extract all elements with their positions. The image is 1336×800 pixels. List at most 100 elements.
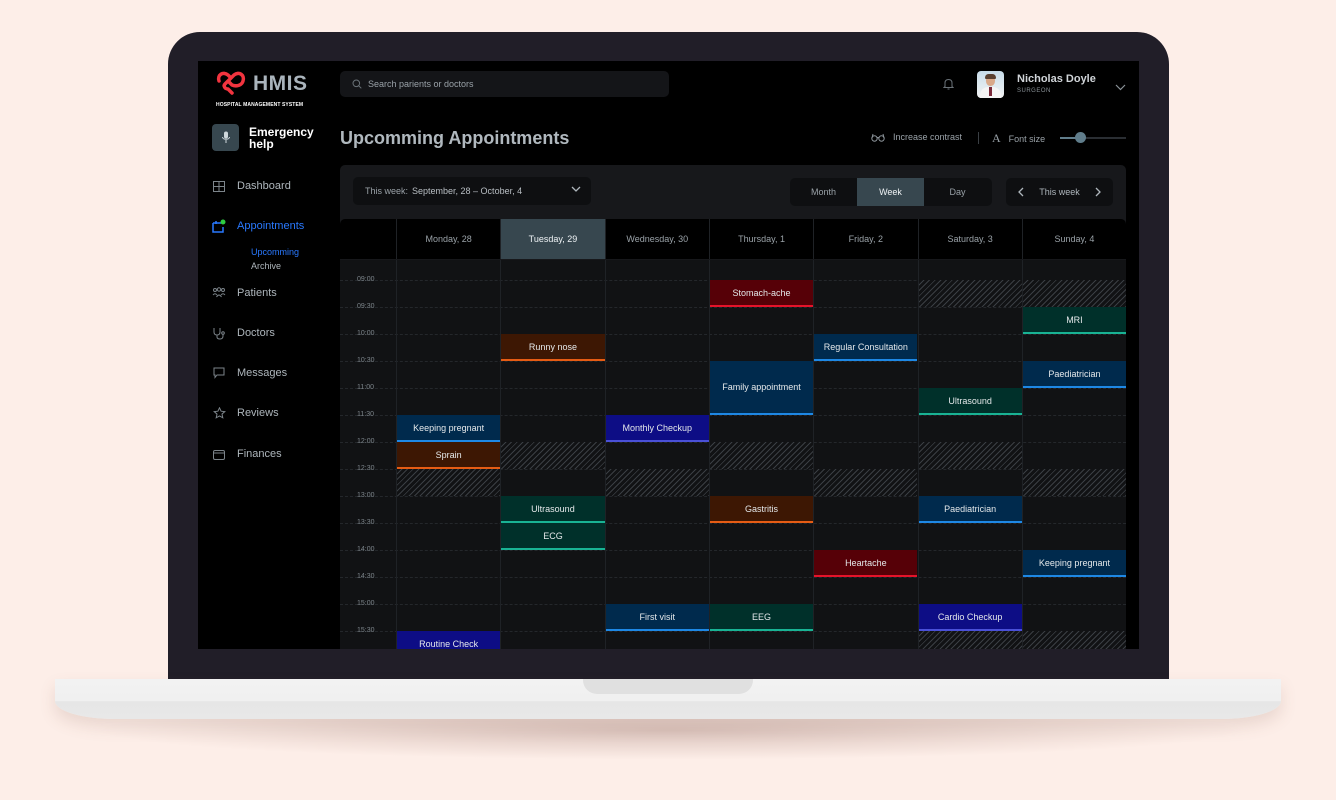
sidebar-item-label: Patients xyxy=(237,287,277,299)
emergency-help-label: Emergency help xyxy=(249,124,314,151)
previous-week-chevron-left-icon[interactable] xyxy=(1018,187,1024,197)
divider xyxy=(978,132,979,144)
sidebar-item-patients[interactable]: Patients xyxy=(212,283,332,303)
time-label: 15:30 xyxy=(357,627,375,634)
view-switcher: Month Week Day xyxy=(790,178,992,206)
day-header[interactable]: Tuesday, 29 xyxy=(500,219,605,259)
increase-contrast-button[interactable]: Increase contrast xyxy=(871,132,962,142)
grid-icon xyxy=(212,179,226,193)
appointment-block[interactable]: Keeping pregnant xyxy=(1022,550,1126,577)
font-size-slider[interactable] xyxy=(1060,132,1126,143)
sidebar-item-label: Finances xyxy=(237,448,282,460)
blocked-slot xyxy=(709,442,814,469)
day-header[interactable]: Thursday, 1 xyxy=(708,219,813,259)
appointment-block[interactable]: Cardio Checkup xyxy=(918,604,1022,631)
sidebar-item-messages[interactable]: Messages xyxy=(212,363,332,383)
increase-contrast-label: Increase contrast xyxy=(893,132,963,142)
time-label: 11:00 xyxy=(357,384,374,391)
time-label: 09:00 xyxy=(357,276,375,283)
calendar-day-headers: Monday, 28 Tuesday, 29 Wednesday, 30 Thursd… xyxy=(340,219,1126,259)
logo-text: HMIS xyxy=(253,72,308,95)
sidebar-item-label: Dashboard xyxy=(237,180,291,192)
day-header[interactable]: Sunday, 4 xyxy=(1021,219,1126,259)
user-role: SURGEON xyxy=(1017,88,1051,94)
time-label: 12:00 xyxy=(357,438,375,445)
blocked-slot xyxy=(1022,280,1126,307)
sidebar-item-label: Reviews xyxy=(237,407,279,419)
day-header[interactable]: Wednesday, 30 xyxy=(604,219,709,259)
heart-logo-icon xyxy=(216,71,246,95)
microphone-icon xyxy=(212,124,239,151)
user-name: Nicholas Doyle xyxy=(1017,73,1096,85)
day-header[interactable]: Monday, 28 xyxy=(396,219,500,259)
appointment-block[interactable]: Keeping pregnant xyxy=(397,415,501,442)
calendar-icon xyxy=(212,219,226,233)
appointment-block[interactable]: Ultrasound xyxy=(918,388,1022,415)
appointment-block[interactable]: Monthly Checkup xyxy=(605,415,709,442)
sidebar-item-dashboard[interactable]: Dashboard xyxy=(212,176,332,196)
blocked-slot xyxy=(501,442,605,469)
next-week-chevron-right-icon[interactable] xyxy=(1095,187,1101,197)
chevron-down-icon xyxy=(571,186,581,192)
day-header[interactable]: Saturday, 3 xyxy=(917,219,1022,259)
week-calendar-grid: Monday, 28 Tuesday, 29 Wednesday, 30 Thursd… xyxy=(340,219,1126,649)
emergency-help-button[interactable]: Emergency help xyxy=(212,124,319,151)
appointment-block[interactable]: Paediatrician xyxy=(918,496,1022,523)
appointment-block[interactable]: Heartache xyxy=(814,550,918,577)
view-week-tab[interactable]: Week xyxy=(857,178,924,206)
stethoscope-icon xyxy=(212,326,226,340)
calendar-body: 09:00 09:30 10:00 10:30 11:00 11:30 12:00 12:30… xyxy=(340,260,1126,649)
search-icon xyxy=(352,79,362,89)
search-input[interactable] xyxy=(368,79,648,89)
day-column-divider xyxy=(813,260,815,649)
notifications-bell-icon[interactable] xyxy=(942,77,955,95)
blocked-slot xyxy=(605,469,709,496)
appointment-block[interactable]: Runny nose xyxy=(501,334,605,361)
view-month-tab[interactable]: Month xyxy=(790,178,857,206)
appointment-block[interactable]: Family appointment xyxy=(709,361,814,415)
blocked-slot xyxy=(814,469,918,496)
appointment-block[interactable]: Routine Check xyxy=(397,631,501,649)
appointment-block[interactable]: Paediatrician xyxy=(1022,361,1126,388)
time-gridline xyxy=(340,523,1126,524)
appointment-block[interactable]: Sprain xyxy=(397,442,501,469)
logo-subtitle: HOSPITAL MANAGEMENT SYSTEM xyxy=(216,102,304,108)
view-day-tab[interactable]: Day xyxy=(924,178,991,206)
appointment-block[interactable]: Ultrasound xyxy=(501,496,605,523)
day-header[interactable]: Friday, 2 xyxy=(813,219,917,259)
font-size-slider-handle[interactable] xyxy=(1074,132,1086,143)
sidebar-item-reviews[interactable]: Reviews xyxy=(212,403,332,423)
font-size-icon: A xyxy=(992,131,1001,145)
blocked-slot xyxy=(1022,631,1126,649)
appointment-block[interactable]: Stomach-ache xyxy=(709,280,814,307)
blocked-slot xyxy=(1022,469,1126,496)
subnav-archive[interactable]: Archive xyxy=(251,261,281,271)
time-label: 14:30 xyxy=(357,573,375,580)
sidebar-item-label: Messages xyxy=(237,367,288,379)
user-menu-chevron-down-icon[interactable] xyxy=(1115,78,1126,96)
wallet-icon xyxy=(212,447,226,461)
time-label: 13:00 xyxy=(357,492,375,499)
subnav-upcomming[interactable]: Upcomming xyxy=(251,247,299,257)
appointment-block[interactable]: First visit xyxy=(605,604,709,631)
appointment-block[interactable]: ECG xyxy=(501,523,605,550)
appointment-block[interactable]: Gastritis xyxy=(709,496,814,523)
laptop-notch xyxy=(583,679,753,694)
sidebar-item-appointments[interactable]: Appointments xyxy=(212,216,332,236)
user-avatar[interactable] xyxy=(977,71,1004,98)
time-gridline xyxy=(340,550,1126,551)
users-icon xyxy=(212,286,226,300)
week-select-dropdown[interactable]: This week: September, 28 – October, 4 xyxy=(353,177,591,205)
sidebar-item-label: Doctors xyxy=(237,327,275,339)
appointment-block[interactable]: MRI xyxy=(1022,307,1126,334)
message-icon xyxy=(212,366,226,380)
appointment-block[interactable]: EEG xyxy=(709,604,814,631)
blocked-slot xyxy=(918,280,1022,307)
sidebar-item-doctors[interactable]: Doctors xyxy=(212,323,332,343)
time-gridline xyxy=(340,577,1126,578)
time-label: 10:00 xyxy=(357,330,375,337)
appointment-block[interactable]: Regular Consultation xyxy=(814,334,918,361)
sidebar-item-finances[interactable]: Finances xyxy=(212,444,332,464)
sidebar-item-label: Appointments xyxy=(237,220,305,232)
week-navigator: This week xyxy=(1006,178,1113,206)
